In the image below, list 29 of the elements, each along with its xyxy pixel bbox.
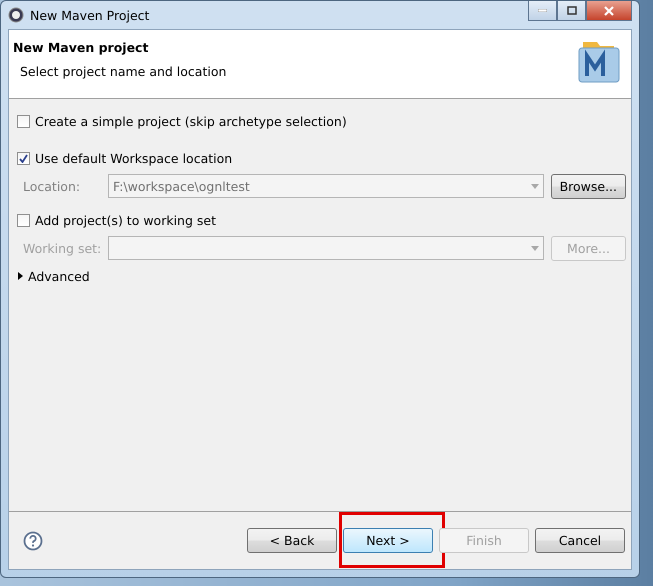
page-title: New Maven project [13, 40, 150, 55]
dropdown-arrow-icon [531, 246, 539, 250]
checkbox[interactable] [17, 152, 30, 164]
checkbox-label: Create a simple project (skip archetype selection) [35, 114, 347, 128]
dialog-button[interactable]: Next > [343, 528, 433, 553]
dialog-button[interactable]: Cancel [535, 528, 625, 553]
combo-field[interactable]: F:\workspace\ognltest [108, 174, 544, 198]
minimize-icon [538, 9, 547, 12]
field-label: Location: [23, 178, 82, 194]
expander-arrow-icon[interactable] [17, 272, 23, 280]
maximize-button[interactable] [557, 1, 586, 21]
window-title: New Maven Project [30, 8, 150, 22]
maximize-icon [566, 6, 576, 15]
help-icon[interactable] [23, 530, 43, 550]
combo-field[interactable] [108, 236, 544, 260]
dialog-button[interactable]: < Back [247, 528, 337, 553]
checkbox-label: Add project(s) to working set [35, 212, 216, 228]
close-button[interactable] [586, 1, 632, 21]
app-icon [8, 7, 24, 23]
minimize-button[interactable] [528, 1, 557, 21]
expander-label[interactable]: Advanced [28, 268, 90, 284]
checkbox[interactable] [17, 114, 30, 128]
checkbox-label: Use default Workspace location [35, 150, 232, 166]
dropdown-arrow-icon [530, 184, 539, 188]
checkbox[interactable] [17, 214, 30, 226]
side-button[interactable]: Browse... [550, 174, 626, 198]
field-label: Working set: [23, 240, 102, 256]
close-icon [604, 6, 614, 16]
page-subtitle: Select project name and location [20, 64, 226, 79]
